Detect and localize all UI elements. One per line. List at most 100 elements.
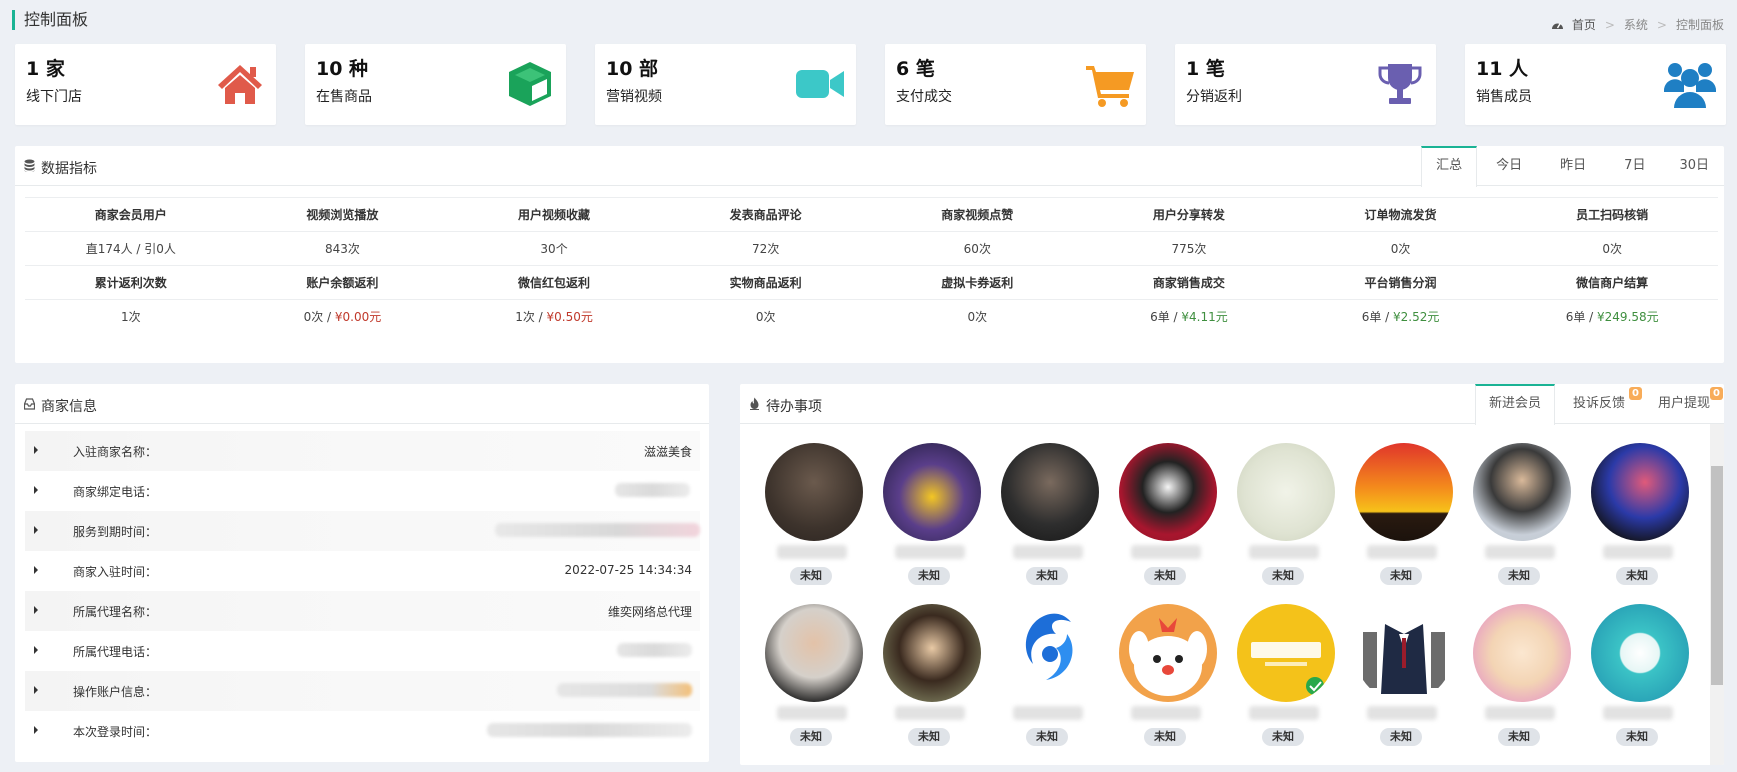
member-status-tag: 未知 bbox=[1380, 567, 1422, 585]
merchant-info-panel: 商家信息 入驻商家名称： 滋滋美食 商家绑定电话： 服务到期时间： 商家入驻时间… bbox=[15, 384, 709, 762]
metric-header: 累计返利次数 bbox=[25, 265, 237, 300]
breadcrumb-system-link[interactable]: 系统 bbox=[1624, 16, 1648, 33]
stat-label: 销售成员 bbox=[1476, 89, 1532, 105]
member-card[interactable]: 未知 bbox=[871, 604, 989, 754]
info-value: 维奕网络总代理 bbox=[607, 605, 692, 619]
stat-value: 1 笔 bbox=[1186, 58, 1225, 80]
info-row-login-time[interactable]: 本次登录时间： bbox=[25, 711, 700, 751]
redacted-value bbox=[557, 683, 692, 697]
redacted-value bbox=[617, 643, 692, 657]
metric-value: 72次 bbox=[659, 231, 872, 266]
info-row-join-time[interactable]: 商家入驻时间： 2022-07-25 14:34:34 bbox=[25, 551, 700, 591]
member-card[interactable]: 未知 bbox=[989, 443, 1107, 593]
member-avatar bbox=[1237, 443, 1335, 541]
tab-7-days[interactable]: 7日 bbox=[1605, 146, 1664, 186]
suit-image-icon bbox=[1363, 624, 1445, 694]
member-avatar bbox=[1001, 443, 1099, 541]
metric-header: 订单物流发货 bbox=[1294, 197, 1507, 232]
member-card[interactable]: 未知 bbox=[1579, 443, 1697, 593]
member-status-tag: 未知 bbox=[1144, 567, 1186, 585]
withdrawals-count-badge: 0 bbox=[1710, 387, 1723, 400]
member-status-tag: 未知 bbox=[1498, 567, 1540, 585]
caret-right-icon bbox=[34, 646, 38, 654]
dashboard-icon bbox=[1551, 22, 1563, 29]
member-card[interactable]: 未知 bbox=[1579, 604, 1697, 754]
tab-yesterday[interactable]: 昨日 bbox=[1541, 146, 1605, 186]
tab-summary[interactable]: 汇总 bbox=[1421, 146, 1478, 187]
member-card[interactable]: 未知 bbox=[989, 604, 1107, 754]
metric-header: 虚拟卡券返利 bbox=[871, 265, 1084, 300]
member-avatar bbox=[1473, 604, 1571, 702]
metric-header: 微信红包返利 bbox=[448, 265, 660, 300]
metric-header: 商家视频点赞 bbox=[871, 197, 1084, 232]
stat-label: 支付成交 bbox=[896, 89, 952, 105]
member-card[interactable]: 未知 bbox=[1107, 443, 1225, 593]
info-label: 操作账户信息： bbox=[73, 685, 158, 699]
member-card[interactable]: 未知 bbox=[1461, 604, 1579, 754]
info-row-service-expiry[interactable]: 服务到期时间： bbox=[25, 511, 700, 551]
stat-value: 6 笔 bbox=[896, 58, 935, 80]
metric-header: 用户分享转发 bbox=[1083, 197, 1295, 232]
member-card[interactable]: 未知 bbox=[1107, 604, 1225, 754]
member-card[interactable]: 未知 bbox=[1343, 604, 1461, 754]
member-card[interactable]: 未知 bbox=[1225, 443, 1343, 593]
todo-panel: 待办事项 新进会员 投诉反馈 0 用户提现 0 未知 未知 未知 未知 未知 未… bbox=[740, 384, 1724, 765]
member-status-tag: 未知 bbox=[1498, 728, 1540, 746]
info-row-agent-phone[interactable]: 所属代理电话： bbox=[25, 631, 700, 671]
stat-label: 在售商品 bbox=[316, 89, 372, 105]
metric-value: 1次 bbox=[25, 299, 237, 334]
caret-right-icon bbox=[34, 686, 38, 694]
info-label: 所属代理名称： bbox=[73, 605, 158, 619]
merchant-panel-title: 商家信息 bbox=[41, 399, 97, 415]
caret-right-icon bbox=[34, 526, 38, 534]
stat-card-videos[interactable]: 10 部 营销视频 bbox=[595, 44, 856, 125]
member-status-tag: 未知 bbox=[790, 728, 832, 746]
breadcrumb-home-link[interactable]: 首页 bbox=[1572, 16, 1596, 33]
member-status-tag: 未知 bbox=[908, 567, 950, 585]
tab-today[interactable]: 今日 bbox=[1477, 146, 1541, 186]
metric-value: 6单 / ¥249.58元 bbox=[1506, 299, 1718, 334]
stat-label: 线下门店 bbox=[26, 89, 82, 105]
stat-card-payments[interactable]: 6 笔 支付成交 bbox=[885, 44, 1146, 125]
member-status-tag: 未知 bbox=[1026, 567, 1068, 585]
stat-card-members[interactable]: 11 人 销售成员 bbox=[1465, 44, 1726, 125]
stat-value: 11 人 bbox=[1476, 58, 1529, 80]
info-row-agent-name[interactable]: 所属代理名称： 维奕网络总代理 bbox=[25, 591, 700, 631]
tab-complaints[interactable]: 投诉反馈 0 bbox=[1555, 384, 1643, 424]
info-row-merchant-name[interactable]: 入驻商家名称： 滋滋美食 bbox=[25, 431, 700, 471]
tab-30-days[interactable]: 30日 bbox=[1664, 146, 1724, 186]
member-card[interactable]: 未知 bbox=[1225, 604, 1343, 754]
stat-card-products[interactable]: 10 种 在售商品 bbox=[305, 44, 566, 125]
stat-card-stores[interactable]: 1 家 线下门店 bbox=[15, 44, 276, 125]
info-label: 所属代理电话： bbox=[73, 645, 158, 659]
tab-new-members[interactable]: 新进会员 bbox=[1474, 384, 1555, 425]
todo-panel-title: 待办事项 bbox=[766, 399, 822, 415]
member-status-tag: 未知 bbox=[1616, 567, 1658, 585]
member-avatar bbox=[883, 443, 981, 541]
tab-withdrawals[interactable]: 用户提现 0 bbox=[1643, 384, 1724, 424]
info-row-merchant-phone[interactable]: 商家绑定电话： bbox=[25, 471, 700, 511]
todo-scrollbar[interactable] bbox=[1710, 424, 1724, 765]
redacted-member-name bbox=[777, 706, 847, 720]
member-avatar bbox=[883, 604, 981, 702]
caret-right-icon bbox=[34, 726, 38, 734]
member-avatar bbox=[1119, 604, 1217, 702]
member-card[interactable]: 未知 bbox=[1461, 443, 1579, 593]
metric-value: 0次 / ¥0.00元 bbox=[236, 299, 449, 334]
member-card[interactable]: 未知 bbox=[753, 604, 871, 754]
info-row-account-info[interactable]: 操作账户信息： bbox=[25, 671, 700, 711]
member-card[interactable]: 未知 bbox=[871, 443, 989, 593]
member-avatar bbox=[1237, 604, 1335, 702]
metric-value: 6单 / ¥4.11元 bbox=[1083, 299, 1295, 334]
member-status-tag: 未知 bbox=[1262, 728, 1304, 746]
stat-card-rebates[interactable]: 1 笔 分销返利 bbox=[1175, 44, 1436, 125]
metric-header: 商家销售成交 bbox=[1083, 265, 1295, 300]
stat-value: 10 种 bbox=[316, 58, 369, 80]
scrollbar-thumb[interactable] bbox=[1711, 466, 1723, 685]
member-card[interactable]: 未知 bbox=[1343, 443, 1461, 593]
metric-header: 微信商户结算 bbox=[1506, 265, 1718, 300]
metrics-panel-header: 数据指标 汇总 今日 昨日 7日 30日 bbox=[15, 146, 1724, 187]
member-card[interactable]: 未知 bbox=[753, 443, 871, 593]
stat-label: 分销返利 bbox=[1186, 89, 1242, 105]
metric-value: 0次 bbox=[659, 299, 872, 334]
